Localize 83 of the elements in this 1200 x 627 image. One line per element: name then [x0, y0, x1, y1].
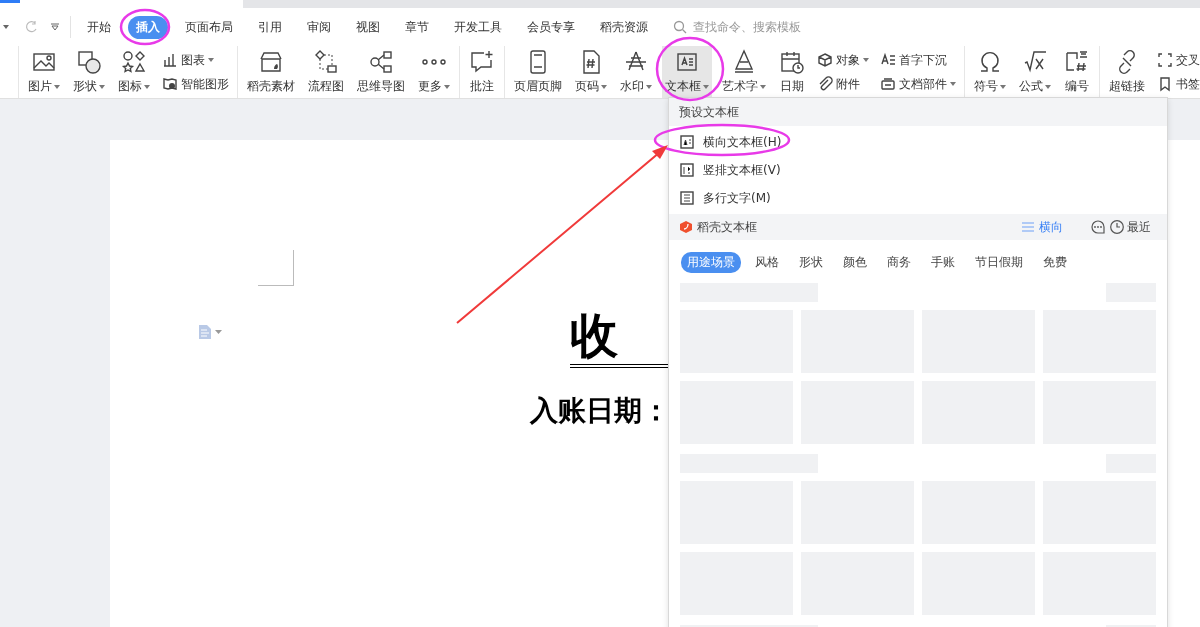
- ribbon-button[interactable]: 编号: [1061, 46, 1093, 98]
- smart-graphic-icon: [162, 76, 178, 92]
- caret-icon[interactable]: [215, 330, 222, 334]
- menu-tab[interactable]: 开发工具: [446, 15, 510, 39]
- ribbon-button[interactable]: 批注: [466, 46, 498, 98]
- menu-item[interactable]: 多行文字(M): [669, 184, 1167, 212]
- icons-icon: [121, 49, 147, 75]
- menu-item[interactable]: 竖排文本框(V): [669, 156, 1167, 184]
- ribbon-button[interactable]: 流程图: [305, 46, 347, 98]
- tab-indicator: [0, 0, 20, 3]
- menu-tab[interactable]: 章节: [397, 15, 437, 39]
- ribbon-button[interactable]: 智能图形: [160, 74, 231, 94]
- orientation-toggle[interactable]: 横向: [1015, 217, 1069, 237]
- search-icon: [673, 20, 687, 34]
- menu-tab[interactable]: 页面布局: [177, 15, 241, 39]
- multiline-text-icon: [679, 190, 695, 206]
- customize-icon[interactable]: [50, 23, 60, 31]
- ribbon-button[interactable]: 页码: [572, 46, 610, 98]
- flowchart-icon: [313, 49, 339, 75]
- menu-tab[interactable]: 稻壳资源: [592, 15, 656, 39]
- menu-tab[interactable]: 会员专享: [519, 15, 583, 39]
- ribbon-button[interactable]: 更多: [415, 46, 453, 98]
- filter-chip[interactable]: 免费: [1037, 252, 1073, 273]
- menu-tab[interactable]: 引用: [250, 15, 290, 39]
- menu-tab[interactable]: 审阅: [299, 15, 339, 39]
- ribbon-button[interactable]: 公式: [1016, 46, 1054, 98]
- ribbon-button[interactable]: 书签: [1155, 74, 1200, 94]
- menu-item[interactable]: 横向文本框(H): [669, 128, 1167, 156]
- filter-chip[interactable]: 风格: [749, 252, 785, 273]
- recent-button[interactable]: 最近: [1083, 217, 1157, 237]
- bookmark-icon: [1157, 76, 1173, 92]
- ribbon-button[interactable]: 文档部件: [878, 74, 958, 94]
- ribbon-button[interactable]: 水印: [617, 46, 655, 98]
- comment-icon: [469, 49, 495, 75]
- filter-chip[interactable]: 颜色: [837, 252, 873, 273]
- filter-chip[interactable]: 形状: [793, 252, 829, 273]
- storefront-icon: [258, 49, 284, 75]
- document-subtitle: 入账日期：: [530, 393, 670, 429]
- shapes-icon: [76, 49, 102, 75]
- vertical-textbox-icon: [679, 162, 695, 178]
- ribbon-button[interactable]: 超链接: [1106, 46, 1148, 98]
- ribbon-button[interactable]: 日期: [776, 46, 808, 98]
- drop-cap-icon: [880, 52, 896, 68]
- ribbon-button[interactable]: 图表: [160, 50, 231, 70]
- ribbon-button[interactable]: 交叉: [1155, 50, 1200, 70]
- filter-chip[interactable]: 节日假期: [969, 252, 1029, 273]
- ribbon-button[interactable]: 稻壳素材: [244, 46, 298, 98]
- ribbon-button[interactable]: 页眉页脚: [511, 46, 565, 98]
- ribbon-button[interactable]: 艺术字: [719, 46, 769, 98]
- ribbon-button[interactable]: 符号: [971, 46, 1009, 98]
- bar-chart-icon: [162, 52, 178, 68]
- ribbon-button[interactable]: 图片: [25, 46, 63, 98]
- menu-header: 预设文本框: [669, 98, 1167, 126]
- ribbon-button[interactable]: 形状: [70, 46, 108, 98]
- calendar-icon: [779, 49, 805, 75]
- search-field[interactable]: 查找命令、搜索模板: [691, 19, 835, 35]
- document-parts-icon: [880, 76, 896, 92]
- margin-corner-mark: [258, 250, 294, 286]
- highlight-ellipse: [119, 8, 171, 46]
- section-title: 稻壳文本框: [697, 218, 758, 236]
- mindmap-icon: [368, 49, 394, 75]
- redo-icon[interactable]: [24, 20, 38, 34]
- horizontal-textbox-icon: [679, 134, 695, 150]
- lines-icon: [1021, 221, 1035, 233]
- paperclip-icon: [817, 76, 833, 92]
- brand-icon: [679, 220, 693, 234]
- ribbon-button[interactable]: 附件: [815, 74, 871, 94]
- clock-icon: [1109, 219, 1125, 235]
- cube-icon: [817, 52, 833, 68]
- more-icon: [421, 58, 447, 66]
- ribbon-button[interactable]: 思维导图: [354, 46, 408, 98]
- ribbon-button[interactable]: 对象: [815, 50, 871, 70]
- caret-icon[interactable]: [2, 24, 12, 30]
- filter-chip[interactable]: 商务: [881, 252, 917, 273]
- chat-icon: [1089, 219, 1107, 235]
- filter-chip[interactable]: 手账: [925, 252, 961, 273]
- menu-tab[interactable]: 视图: [348, 15, 388, 39]
- ribbon-button[interactable]: 图标: [115, 46, 153, 98]
- cross-reference-icon: [1157, 52, 1173, 68]
- menu-tab[interactable]: 开始: [79, 15, 119, 39]
- ribbon-button[interactable]: 首字下沉: [878, 50, 958, 70]
- document-icon[interactable]: [198, 324, 212, 340]
- ribbon-button[interactable]: 文本框: [662, 46, 712, 98]
